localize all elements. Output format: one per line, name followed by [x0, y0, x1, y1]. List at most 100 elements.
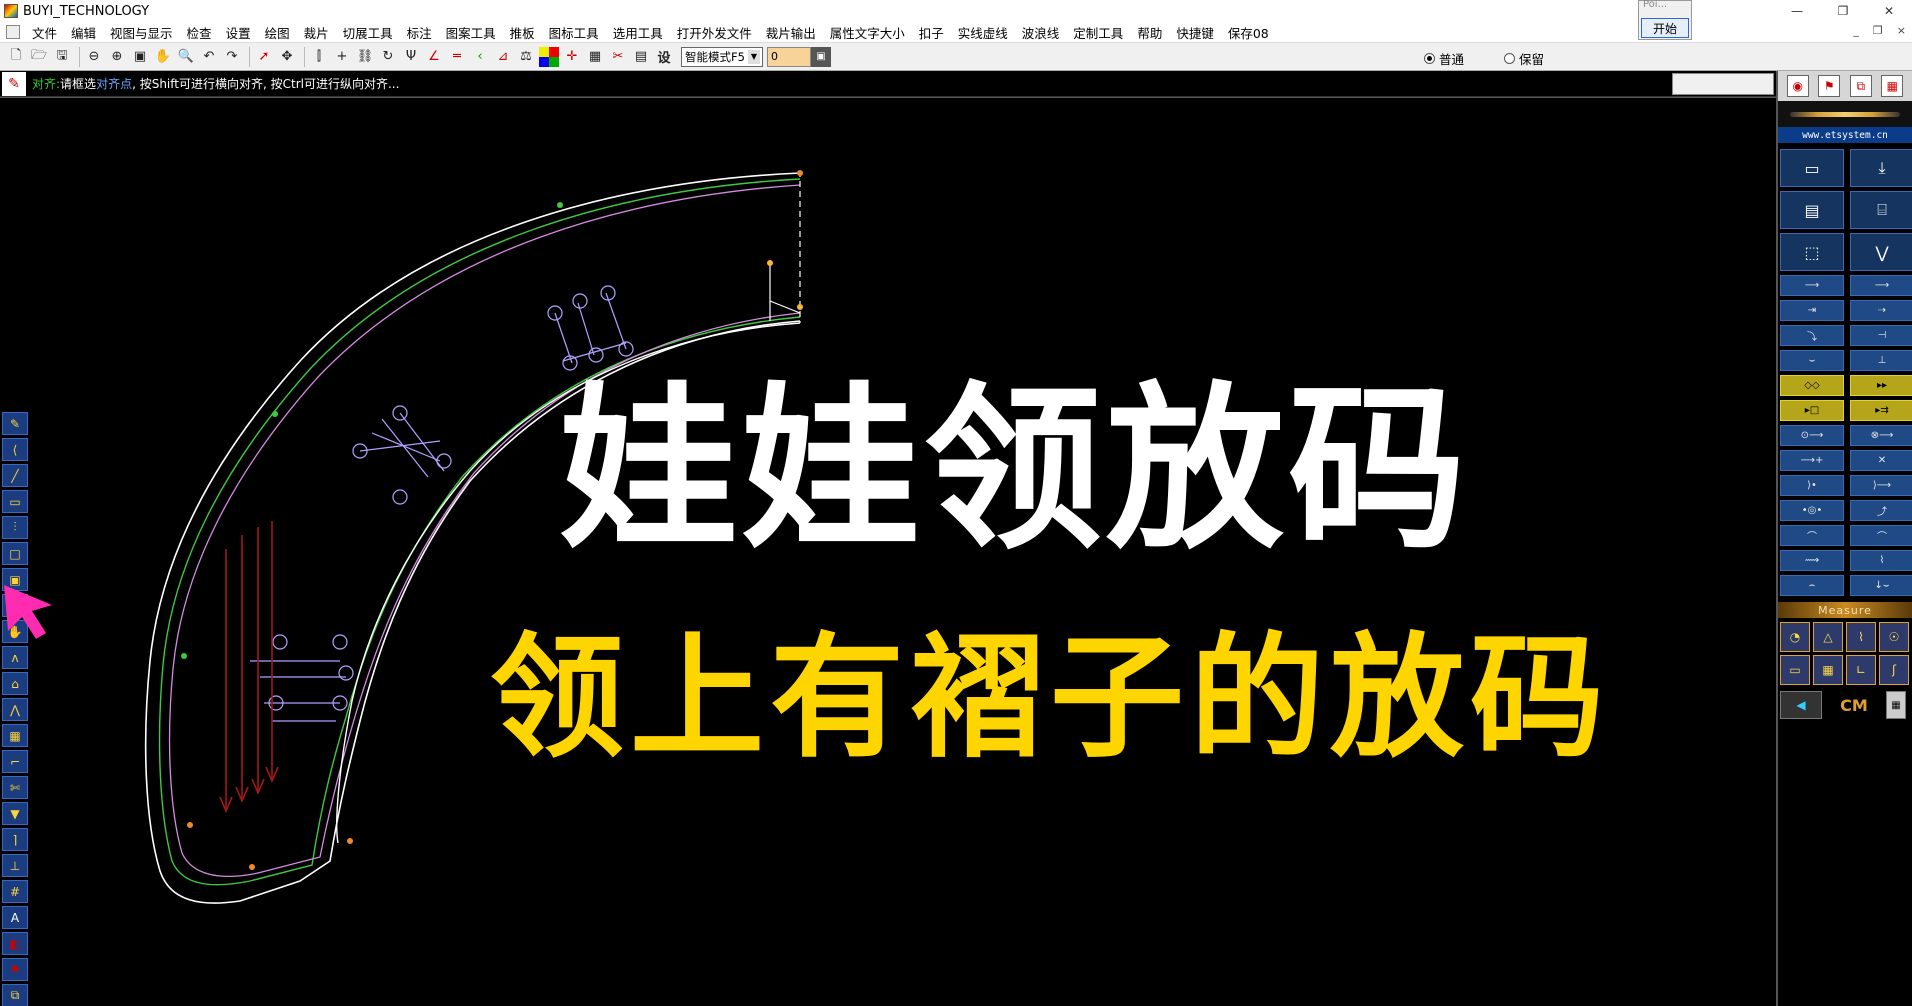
pleat-tool-icon[interactable]: ʌ	[2, 646, 28, 669]
undo-icon[interactable]: ↶	[199, 47, 219, 67]
grid-icon[interactable]: ▦	[585, 47, 605, 67]
cross-icon[interactable]: +	[332, 47, 352, 67]
mark-tool-4-icon[interactable]: ▸⇉	[1850, 400, 1912, 421]
mark-tool-3-icon[interactable]: ▸□	[1780, 400, 1844, 421]
curve-tool-7-icon[interactable]: •◎•	[1780, 500, 1844, 521]
menu-check[interactable]: 检查	[181, 23, 220, 42]
triangle-tool-icon[interactable]: ▼	[2, 802, 28, 825]
menu-annotate[interactable]: 标注	[401, 23, 440, 42]
rotate-icon[interactable]: ↻	[378, 47, 398, 67]
menu-pattern-tools[interactable]: 图案工具	[440, 23, 504, 42]
radio-keep-dot[interactable]	[1504, 53, 1516, 64]
line-tool-4-icon[interactable]: ⇢	[1850, 300, 1912, 321]
unit-label[interactable]: CM	[1828, 691, 1880, 719]
curve-tool-8-icon[interactable]: ⤴	[1850, 500, 1912, 521]
curve-tool-2-icon[interactable]: ⊗⟶	[1850, 425, 1912, 446]
menu-solid-dash[interactable]: 实线虚线	[952, 23, 1016, 42]
line-tool-2-icon[interactable]: ⟶	[1850, 275, 1912, 296]
menu-icon-tools[interactable]: 图标工具	[543, 23, 607, 42]
minimize-button[interactable]: —	[1774, 0, 1820, 22]
radio-keep[interactable]: 保留	[1504, 49, 1544, 68]
save-piece-icon[interactable]: ▦	[2, 724, 28, 747]
menu-piece-output[interactable]: 裁片输出	[760, 23, 824, 42]
mark-tool-2-icon[interactable]: ▸▸	[1850, 375, 1912, 396]
pen-tool-icon[interactable]: ✎	[2, 412, 28, 435]
layers-icon[interactable]: ⧉	[1849, 75, 1872, 97]
new-file-icon[interactable]: 🗋	[6, 47, 26, 67]
open-folder-icon[interactable]: 🗁	[29, 47, 49, 67]
menu-file[interactable]: 文件	[26, 23, 65, 42]
menu-wave-line[interactable]: 波浪线	[1016, 23, 1068, 42]
calc-icon[interactable]: ▤	[631, 47, 651, 67]
line-tool-5-icon[interactable]: ⤵	[1780, 325, 1844, 346]
curve-tool-3-icon[interactable]: ⟶+	[1780, 450, 1844, 471]
menu-select-tools[interactable]: 选用工具	[607, 23, 671, 42]
chevron-down-icon[interactable]: ▼	[748, 49, 760, 64]
radio-normal[interactable]: 普通	[1424, 49, 1464, 68]
folder-measure-icon[interactable]: ⌸	[1850, 191, 1912, 229]
curve-measure-icon[interactable]: ⌇	[1846, 622, 1876, 652]
line-tool-icon[interactable]: ╱	[2, 464, 28, 487]
menu-slash-spread[interactable]: 切展工具	[337, 23, 401, 42]
menu-attr-text-size[interactable]: 属性文字大小	[824, 23, 913, 42]
line-tool-6-icon[interactable]: ⊣	[1850, 325, 1912, 346]
settings-icon[interactable]: 设	[654, 47, 674, 67]
mdi-minimize-button[interactable]: _	[1853, 24, 1859, 37]
ruler-icon[interactable]: ⚖	[516, 47, 536, 67]
drop-arrow-icon[interactable]: ⤓	[1850, 149, 1912, 187]
ruler-measure-icon[interactable]: ▭	[1780, 655, 1810, 685]
seam-tool-icon[interactable]: ⌉	[2, 828, 28, 851]
zoom-out-icon[interactable]: ⊖	[84, 47, 104, 67]
vertical-line-icon[interactable]: ⫿	[309, 47, 329, 67]
triangle-measure-icon[interactable]: △	[1813, 622, 1843, 652]
piece-frame-icon[interactable]: ▭	[1780, 149, 1844, 187]
zoom-in-icon[interactable]: ⊕	[107, 47, 127, 67]
document-icon[interactable]	[6, 25, 20, 39]
xy-coordinate-icon[interactable]: ⬚	[1780, 233, 1844, 271]
curve-tool-5-icon[interactable]: ⟩•	[1780, 475, 1844, 496]
curve-tool-11-icon[interactable]: ⟿	[1780, 550, 1844, 571]
fold-line-icon[interactable]: ⋁	[1850, 233, 1912, 271]
fork-icon[interactable]: Ψ	[401, 47, 421, 67]
snap-icon[interactable]: ✛	[562, 47, 582, 67]
line-tool-7-icon[interactable]: ⌣	[1780, 350, 1844, 371]
hand-icon[interactable]: ✋	[153, 47, 173, 67]
parallel-icon[interactable]: ═	[447, 47, 467, 67]
calculator-small-icon[interactable]: ▦	[1886, 691, 1906, 719]
restore-button[interactable]: ❐	[1820, 0, 1866, 22]
cut-tool-icon[interactable]: ✄	[2, 776, 28, 799]
menu-open-external[interactable]: 打开外发文件	[671, 23, 760, 42]
curve-tool-13-icon[interactable]: ⌢	[1780, 575, 1844, 596]
line-tool-1-icon[interactable]: ⟶	[1780, 275, 1844, 296]
split-tool-icon[interactable]: ⫶	[2, 516, 28, 539]
curve-tool-4-icon[interactable]: ✕	[1850, 450, 1912, 471]
menu-view[interactable]: 视图与显示	[104, 23, 181, 42]
prev-page-icon[interactable]: ◀	[1780, 691, 1822, 719]
color-icon[interactable]	[539, 46, 559, 67]
flag-tool-icon[interactable]: ⚑	[2, 958, 28, 981]
menu-save08[interactable]: 保存08	[1222, 23, 1277, 42]
baseline-tool-icon[interactable]: ⊥	[2, 854, 28, 877]
fit-window-icon[interactable]: ▣	[130, 47, 150, 67]
curve-tool-9-icon[interactable]: ⌒	[1780, 525, 1844, 546]
spiral-measure-icon[interactable]: ʃ	[1879, 655, 1909, 685]
start-button[interactable]: 开始	[1641, 18, 1689, 38]
green-arrow-icon[interactable]: ‹	[470, 47, 490, 67]
calculator-icon[interactable]: ▦	[1881, 75, 1904, 97]
zoom-window-icon[interactable]: 🔍	[176, 47, 196, 67]
menu-settings[interactable]: 设置	[220, 23, 259, 42]
table-measure-icon[interactable]: ▦	[1813, 655, 1843, 685]
rectangle-tool-icon[interactable]: ▭	[2, 490, 28, 513]
trim-icon[interactable]: ✂	[608, 47, 628, 67]
mdi-close-button[interactable]: ×	[1897, 24, 1906, 37]
menu-draw[interactable]: 绘图	[259, 23, 298, 42]
line-tool-8-icon[interactable]: ⊥	[1850, 350, 1912, 371]
measure-icon[interactable]: ⊿	[493, 47, 513, 67]
apply-offset-icon[interactable]: ▣	[811, 46, 831, 67]
redo-icon[interactable]: ↷	[222, 47, 242, 67]
curve-tool-icon[interactable]: ⟨	[2, 438, 28, 461]
menu-shortcuts[interactable]: 快捷键	[1170, 23, 1222, 42]
pocket-tool-icon[interactable]: ◧	[2, 932, 28, 955]
size-table-icon[interactable]: ▤	[1780, 191, 1844, 229]
menu-piece[interactable]: 裁片	[298, 23, 337, 42]
